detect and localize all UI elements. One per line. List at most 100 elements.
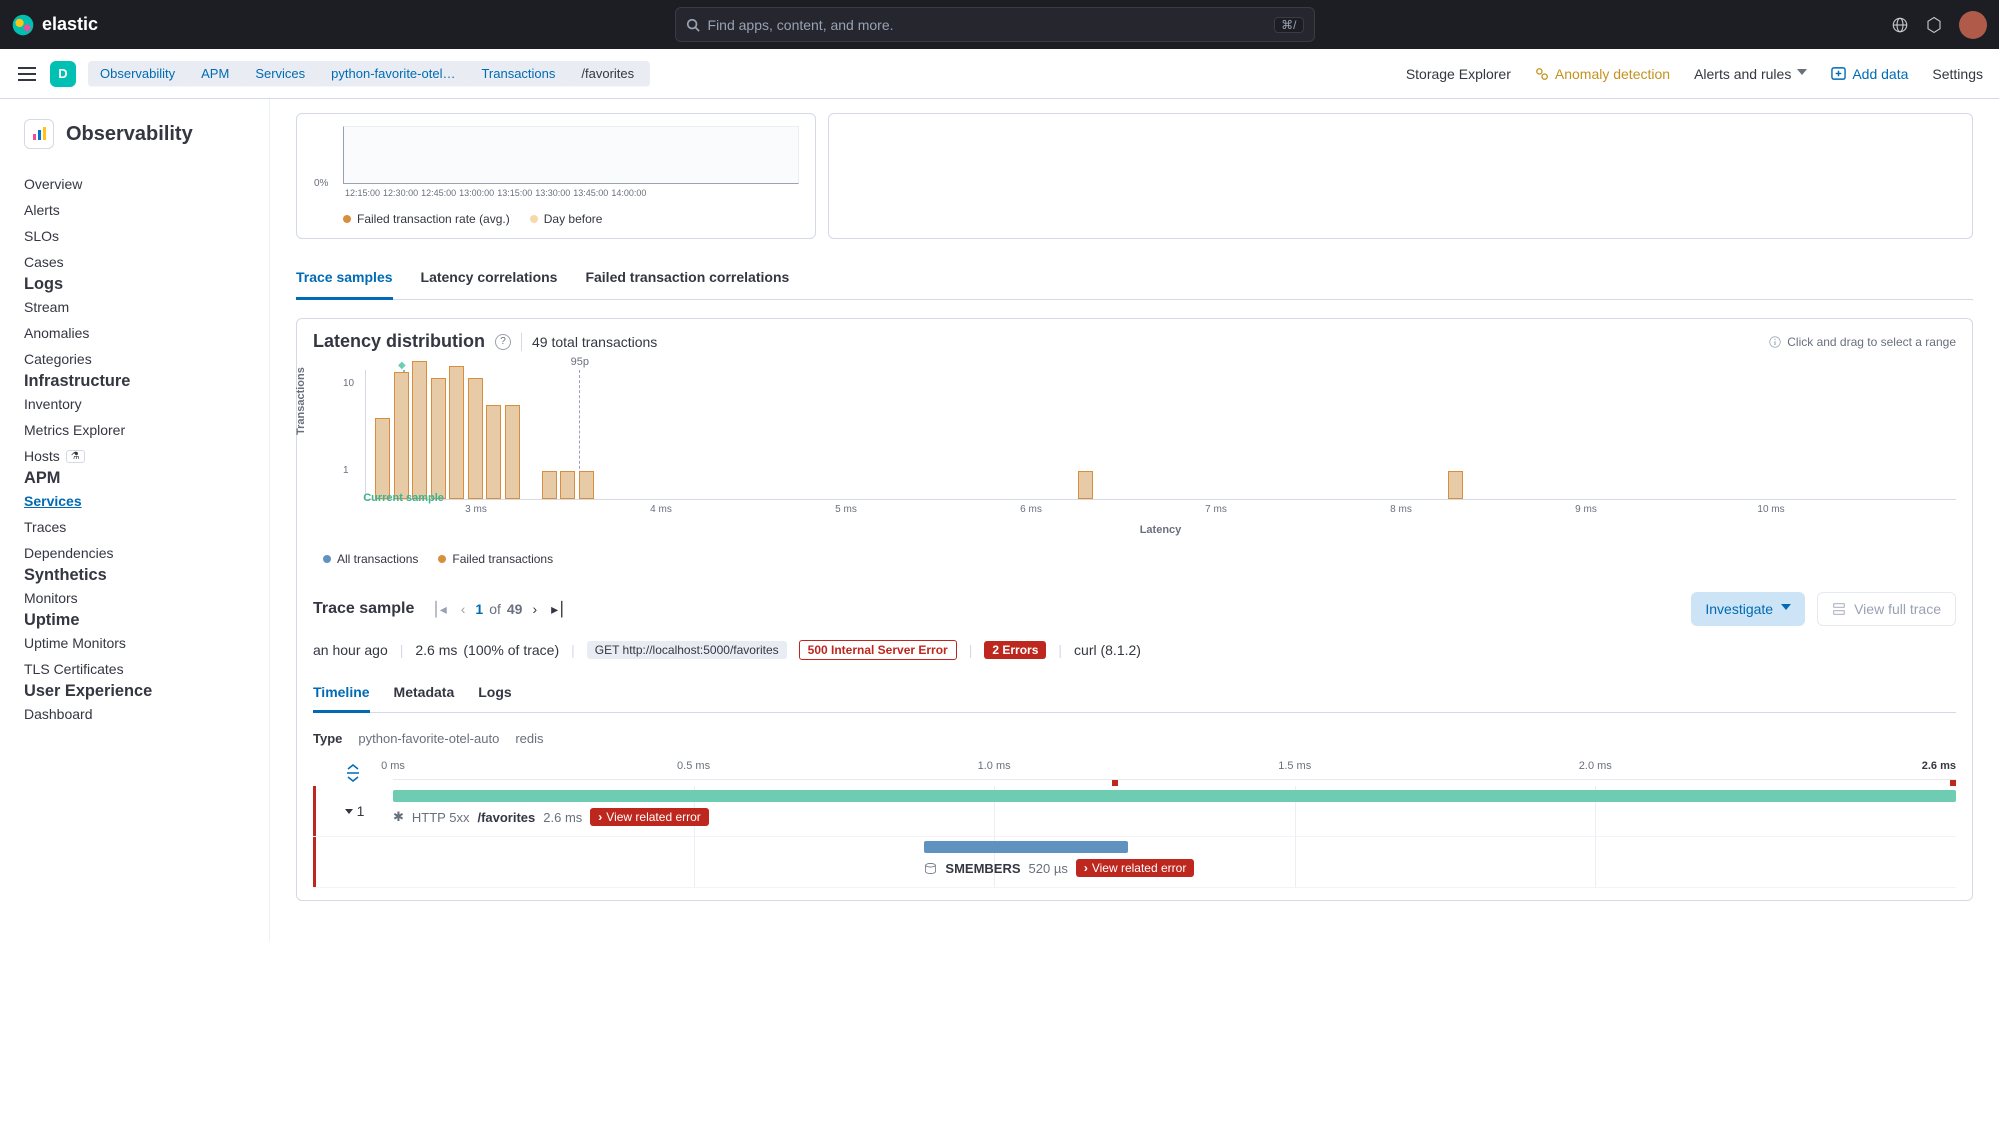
- hist-bar[interactable]: [468, 378, 483, 499]
- wf-gutter[interactable]: 1: [313, 786, 393, 836]
- crumb-services[interactable]: Services: [235, 61, 321, 87]
- span-bar-redis[interactable]: [924, 841, 1127, 853]
- sidebar-item-services[interactable]: Services: [24, 488, 245, 514]
- sidebar-item-label: Dependencies: [24, 545, 114, 561]
- link-alerts-rules[interactable]: Alerts and rules: [1694, 66, 1807, 82]
- hist-bar[interactable]: [579, 471, 594, 499]
- trace-duration: 2.6 ms: [415, 642, 457, 658]
- lat-legend-0[interactable]: All transactions: [323, 552, 418, 566]
- cluster-icon[interactable]: [1925, 16, 1943, 34]
- pager-first[interactable]: ⎮◂: [428, 599, 450, 620]
- view-full-trace-button[interactable]: View full trace: [1817, 592, 1956, 626]
- trace-errors-badge[interactable]: 2 Errors: [984, 641, 1046, 659]
- trace-pct: (100% of trace): [463, 642, 559, 658]
- link-storage-explorer[interactable]: Storage Explorer: [1406, 66, 1511, 82]
- hist-bar[interactable]: [1078, 471, 1093, 499]
- type-1[interactable]: redis: [515, 731, 543, 746]
- sidebar-item-cases[interactable]: Cases: [24, 249, 245, 275]
- mini-chart-plot[interactable]: 0%: [343, 126, 799, 184]
- hist-bar[interactable]: [486, 405, 501, 499]
- tab-metadata[interactable]: Metadata: [394, 676, 455, 712]
- hist-bar[interactable]: [375, 418, 390, 499]
- hist-xlabel: Latency: [365, 524, 1956, 536]
- hist-bar[interactable]: [560, 471, 575, 499]
- span-label: SMEMBERS 520 µs View related error: [924, 859, 1194, 877]
- hist-bar[interactable]: [449, 366, 464, 499]
- span-bar-transaction[interactable]: [393, 790, 1956, 802]
- hist-bar[interactable]: [505, 405, 520, 499]
- sidebar-item-uptime-monitors[interactable]: Uptime Monitors: [24, 630, 245, 656]
- sidebar-item-label: SLOs: [24, 228, 59, 244]
- newsfeed-icon[interactable]: [1891, 16, 1909, 34]
- crumb-service-name[interactable]: python-favorite-otel…: [311, 61, 471, 87]
- pager-next[interactable]: ›: [528, 599, 541, 619]
- sidebar-title-text: Observability: [66, 123, 193, 146]
- collapse-all-icon[interactable]: [345, 763, 361, 783]
- pager-prev[interactable]: ‹: [457, 599, 470, 619]
- hist-bar[interactable]: [431, 378, 446, 499]
- sidebar-item-dashboard[interactable]: Dashboard: [24, 701, 245, 727]
- sidebar-item-tls-certificates[interactable]: TLS Certificates: [24, 656, 245, 682]
- lat-legend-1[interactable]: Failed transactions: [438, 552, 553, 566]
- link-add-data[interactable]: Add data: [1831, 66, 1908, 82]
- link-settings[interactable]: Settings: [1932, 66, 1983, 82]
- divider: |: [1058, 642, 1062, 658]
- latency-count: 49 total transactions: [532, 334, 657, 350]
- sidebar-item-hosts[interactable]: Hosts⚗: [24, 443, 245, 469]
- global-search[interactable]: Find apps, content, and more. ⌘/: [675, 7, 1315, 42]
- sidebar-item-traces[interactable]: Traces: [24, 514, 245, 540]
- menu-icon[interactable]: [16, 67, 38, 81]
- lat-legend-1-lbl: Failed transactions: [452, 552, 553, 566]
- span-name: /favorites: [477, 810, 535, 825]
- mini-legend-0[interactable]: Failed transaction rate (avg.): [343, 212, 510, 226]
- span-label: ✱ HTTP 5xx /favorites 2.6 ms View relate…: [393, 808, 709, 826]
- mini-xtick: 13:15:00: [497, 188, 532, 198]
- latency-histogram[interactable]: Transactions 10 1 95p Current sample: [313, 370, 1956, 500]
- sidebar-item-inventory[interactable]: Inventory: [24, 391, 245, 417]
- hist-bar[interactable]: [412, 361, 427, 499]
- sidebar-item-alerts[interactable]: Alerts: [24, 197, 245, 223]
- trace-meta: an hour ago | 2.6 ms (100% of trace) | G…: [313, 640, 1956, 660]
- mini-xtick: 14:00:00: [611, 188, 646, 198]
- mini-legend-1[interactable]: Day before: [530, 212, 603, 226]
- crumb-observability[interactable]: Observability: [88, 61, 191, 87]
- tab-logs[interactable]: Logs: [478, 676, 511, 712]
- hist-xtick: 6 ms: [1020, 504, 1042, 515]
- type-0[interactable]: python-favorite-otel-auto: [358, 731, 499, 746]
- sidebar-item-stream[interactable]: Stream: [24, 294, 245, 320]
- observability-icon: [24, 119, 54, 149]
- space-badge[interactable]: D: [50, 61, 76, 87]
- sidebar-heading: Uptime: [24, 611, 245, 630]
- view-error-button[interactable]: View related error: [1076, 859, 1195, 877]
- view-error-button[interactable]: View related error: [590, 808, 709, 826]
- hist-bar[interactable]: [394, 372, 409, 499]
- sidebar-heading: Synthetics: [24, 566, 245, 585]
- brand-logo[interactable]: elastic: [12, 14, 98, 36]
- elastic-logo-icon: [12, 14, 34, 36]
- sidebar-item-monitors[interactable]: Monitors: [24, 585, 245, 611]
- sidebar-item-slos[interactable]: SLOs: [24, 223, 245, 249]
- sidebar-item-metrics-explorer[interactable]: Metrics Explorer: [24, 417, 245, 443]
- wf-row-transaction[interactable]: 1 ✱ HTTP 5xx /favorites 2.6 ms: [313, 786, 1956, 837]
- help-icon[interactable]: ?: [495, 334, 511, 350]
- sidebar-item-anomalies[interactable]: Anomalies: [24, 320, 245, 346]
- pager-last[interactable]: ▸⎮: [547, 599, 569, 620]
- link-anomaly-detection[interactable]: Anomaly detection: [1535, 66, 1670, 82]
- mini-xtick: 13:30:00: [535, 188, 570, 198]
- hist-bar[interactable]: [1448, 471, 1463, 499]
- wf-track: SMEMBERS 520 µs View related error: [393, 837, 1956, 887]
- tab-trace-samples[interactable]: Trace samples: [296, 259, 393, 300]
- tab-failed-correlations[interactable]: Failed transaction correlations: [585, 259, 789, 299]
- hist-bar[interactable]: [542, 471, 557, 499]
- investigate-button[interactable]: Investigate: [1691, 592, 1805, 626]
- user-avatar[interactable]: [1959, 11, 1987, 39]
- sidebar-item-dependencies[interactable]: Dependencies: [24, 540, 245, 566]
- dot-icon: [343, 215, 351, 223]
- tab-latency-correlations[interactable]: Latency correlations: [421, 259, 558, 299]
- trace-request-badge: GET http://localhost:5000/favorites: [587, 641, 787, 659]
- tab-timeline[interactable]: Timeline: [313, 676, 370, 713]
- wf-row-span[interactable]: SMEMBERS 520 µs View related error: [313, 837, 1956, 888]
- sidebar-item-overview[interactable]: Overview: [24, 171, 245, 197]
- crumb-transactions[interactable]: Transactions: [461, 61, 571, 87]
- sidebar-item-categories[interactable]: Categories: [24, 346, 245, 372]
